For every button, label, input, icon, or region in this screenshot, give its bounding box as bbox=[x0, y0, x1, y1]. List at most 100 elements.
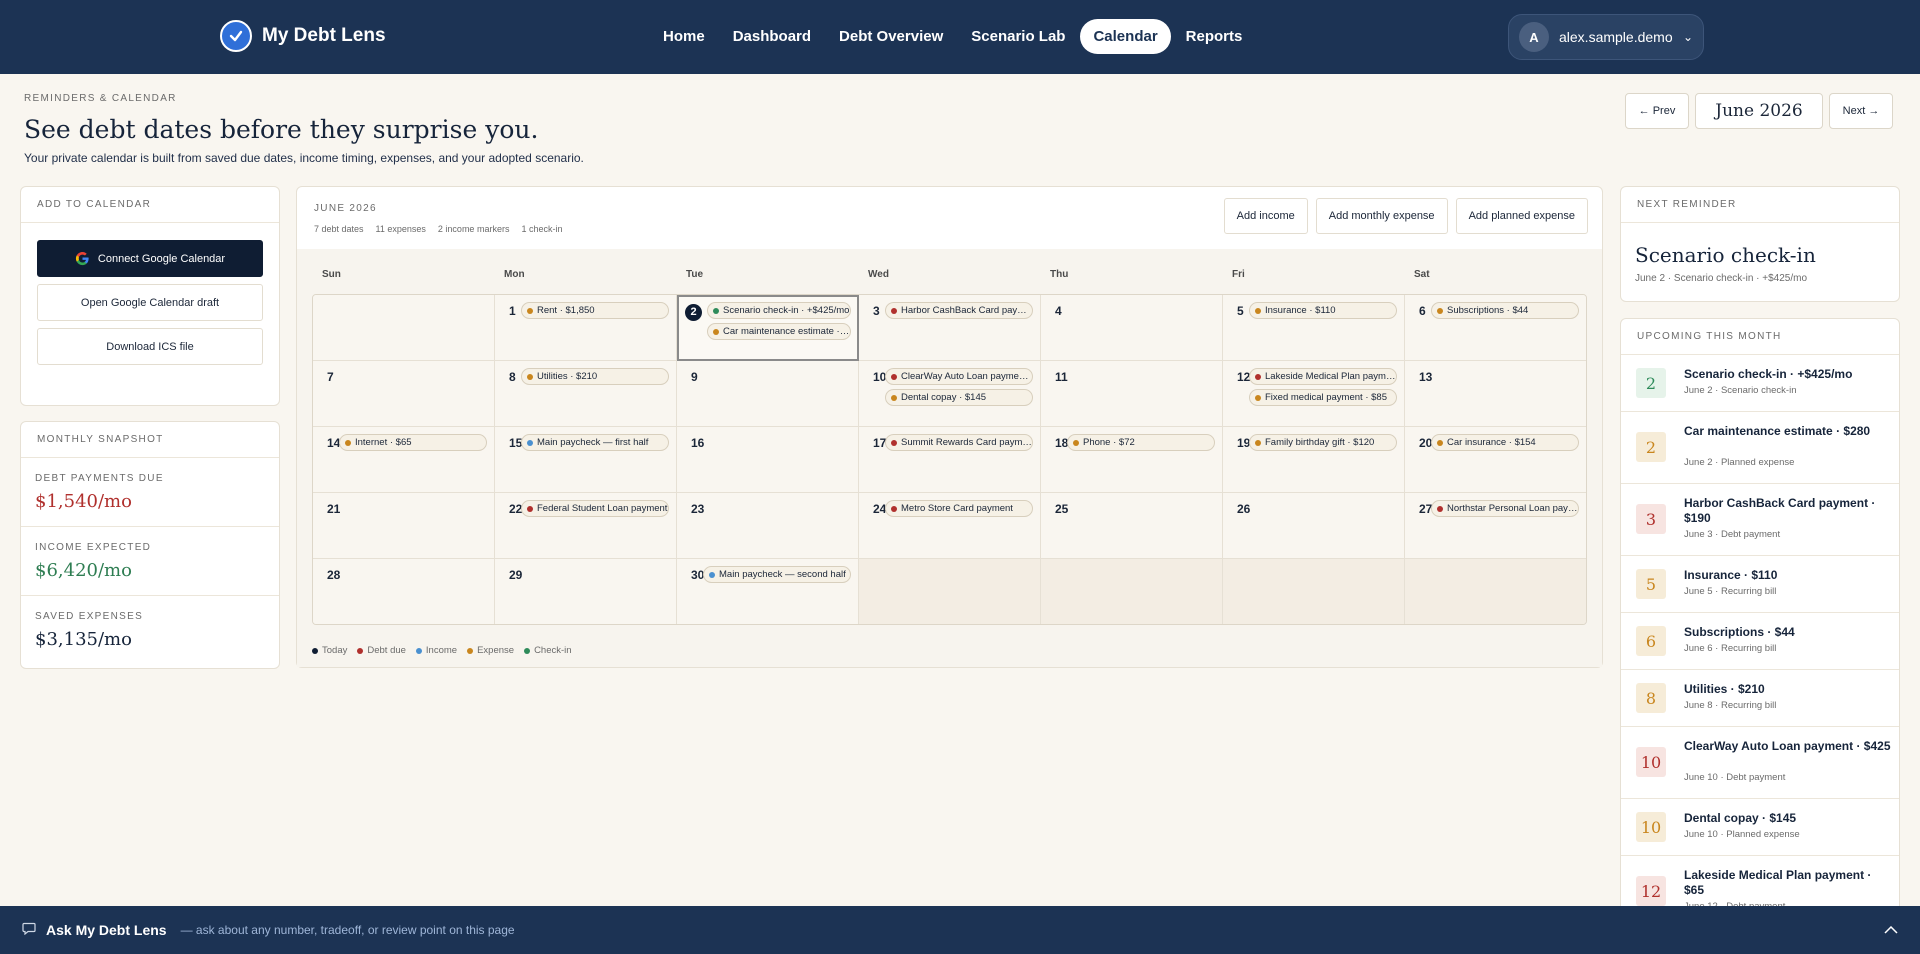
day-cell-7[interactable]: 7 bbox=[313, 361, 495, 427]
day-cell-26[interactable]: 26 bbox=[1223, 493, 1405, 559]
day-cell-29[interactable]: 29 bbox=[495, 559, 677, 624]
event-label: Rent · $1,850 bbox=[537, 305, 595, 316]
add-planned-expense-button[interactable]: Add planned expense bbox=[1455, 198, 1588, 234]
calendar-event[interactable]: Car maintenance estimate · $280 bbox=[707, 323, 851, 340]
calendar-event[interactable]: Subscriptions · $44 bbox=[1431, 302, 1579, 319]
day-cell-30[interactable]: 30 Main paycheck — second half bbox=[677, 559, 859, 624]
legend-item: Debt due bbox=[357, 645, 406, 656]
add-income-button[interactable]: Add income bbox=[1223, 198, 1308, 234]
calendar-event[interactable]: Family birthday gift · $120 bbox=[1249, 434, 1397, 451]
open-google-draft-button[interactable]: Open Google Calendar draft bbox=[37, 284, 263, 321]
page-subtitle: Your private calendar is built from save… bbox=[24, 151, 584, 165]
calendar-event[interactable]: Northstar Personal Loan payment bbox=[1431, 500, 1579, 517]
expense-dot bbox=[713, 329, 719, 335]
day-cell-3[interactable]: 3 Harbor CashBack Card payment · $190 bbox=[859, 295, 1041, 361]
legend-label: Debt due bbox=[367, 645, 406, 656]
upcoming-item[interactable]: 10 ClearWay Auto Loan payment · $425 June … bbox=[1621, 727, 1899, 799]
calendar-event[interactable]: Phone · $72 bbox=[1067, 434, 1215, 451]
day-cell-27[interactable]: 27 Northstar Personal Loan payment bbox=[1405, 493, 1586, 559]
calendar-card: JUNE 2026 7 debt dates 11 expenses 2 incom… bbox=[296, 186, 1603, 668]
day-cell-5[interactable]: 5 Insurance · $110 bbox=[1223, 295, 1405, 361]
calendar-event[interactable]: Metro Store Card payment bbox=[885, 500, 1033, 517]
calendar-event[interactable]: Summit Rewards Card payment bbox=[885, 434, 1033, 451]
day-cell-2[interactable]: 2 Scenario check-in · +$425/mo Car mainten… bbox=[677, 295, 859, 361]
day-cell-25[interactable]: 25 bbox=[1041, 493, 1223, 559]
calendar-event[interactable]: Scenario check-in · +$425/mo bbox=[707, 302, 851, 319]
chevron-up-icon[interactable] bbox=[1884, 922, 1898, 937]
prev-month-button[interactable]: ← Prev bbox=[1625, 93, 1689, 129]
calendar-event[interactable]: Lakeside Medical Plan payment · $65 bbox=[1249, 368, 1397, 385]
calendar-event[interactable]: Federal Student Loan payment bbox=[521, 500, 669, 517]
nav-item-reports[interactable]: Reports bbox=[1173, 19, 1256, 54]
connect-google-calendar-button[interactable]: Connect Google Calendar bbox=[37, 240, 263, 277]
calendar-event[interactable]: Dental copay · $145 bbox=[885, 389, 1033, 406]
day-cell-22[interactable]: 22 Federal Student Loan payment bbox=[495, 493, 677, 559]
calendar-event[interactable]: Harbor CashBack Card payment · $190 bbox=[885, 302, 1033, 319]
day-cell-28[interactable]: 28 bbox=[313, 559, 495, 624]
day-cell-19[interactable]: 19 Family birthday gift · $120 bbox=[1223, 427, 1405, 493]
legend-dot bbox=[415, 647, 422, 654]
calendar-stat: 7 debt dates bbox=[314, 224, 364, 234]
ask-bar[interactable]: Ask My Debt Lens — ask about any number,… bbox=[0, 906, 1920, 954]
weekday-sun: Sun bbox=[322, 269, 341, 280]
empty-cell bbox=[1041, 559, 1223, 624]
legend-dot bbox=[357, 647, 364, 654]
nav-item-home[interactable]: Home bbox=[650, 19, 718, 54]
day-cell-6[interactable]: 6 Subscriptions · $44 bbox=[1405, 295, 1586, 361]
calendar-event[interactable]: Car insurance · $154 bbox=[1431, 434, 1579, 451]
calendar-event[interactable]: Rent · $1,850 bbox=[521, 302, 669, 319]
upcoming-item[interactable]: 8 Utilities · $210 June 8 · Recurring bill bbox=[1621, 670, 1899, 727]
calendar-event[interactable]: Utilities · $210 bbox=[521, 368, 669, 385]
calendar-event[interactable]: Insurance · $110 bbox=[1249, 302, 1397, 319]
nav-item-calendar[interactable]: Calendar bbox=[1080, 19, 1171, 54]
upcoming-item[interactable]: 10 Dental copay · $145 June 10 · Planned e… bbox=[1621, 799, 1899, 856]
day-cell-21[interactable]: 21 bbox=[313, 493, 495, 559]
day-cell-15[interactable]: 15 Main paycheck — first half bbox=[495, 427, 677, 493]
day-cell-24[interactable]: 24 Metro Store Card payment bbox=[859, 493, 1041, 559]
day-cell-11[interactable]: 11 bbox=[1041, 361, 1223, 427]
snapshot-value: $3,135/mo bbox=[35, 629, 132, 650]
day-cell-13[interactable]: 13 bbox=[1405, 361, 1586, 427]
calendar-event[interactable]: Internet · $65 bbox=[339, 434, 487, 451]
day-cell-4[interactable]: 4 bbox=[1041, 295, 1223, 361]
day-cell-8[interactable]: 8 Utilities · $210 bbox=[495, 361, 677, 427]
upcoming-item[interactable]: 6 Subscriptions · $44 June 6 · Recurring b… bbox=[1621, 613, 1899, 670]
upcoming-item[interactable]: 3 Harbor CashBack Card payment · $190 June… bbox=[1621, 484, 1899, 556]
event-label: Dental copay · $145 bbox=[901, 392, 987, 403]
legend-item: Expense bbox=[467, 645, 514, 656]
day-cell-9[interactable]: 9 bbox=[677, 361, 859, 427]
next-month-button[interactable]: Next → bbox=[1829, 93, 1893, 129]
legend-dot bbox=[312, 647, 318, 654]
add-monthly-expense-button[interactable]: Add monthly expense bbox=[1315, 198, 1448, 234]
nav-item-scenario-lab[interactable]: Scenario Lab bbox=[958, 19, 1078, 54]
day-cell-17[interactable]: 17 Summit Rewards Card payment bbox=[859, 427, 1041, 493]
day-cell-20[interactable]: 20 Car insurance · $154 bbox=[1405, 427, 1586, 493]
calendar-event[interactable]: Main paycheck — first half bbox=[521, 434, 669, 451]
day-cell-12[interactable]: 12Lakeside Medical Plan payment · $65Fix… bbox=[1223, 361, 1405, 427]
day-cell-1[interactable]: 1 Rent · $1,850 bbox=[495, 295, 677, 361]
day-cell-14[interactable]: 14 Internet · $65 bbox=[313, 427, 495, 493]
calendar-event[interactable]: Main paycheck — second half bbox=[703, 566, 851, 583]
nav-item-dashboard[interactable]: Dashboard bbox=[720, 19, 824, 54]
upcoming-item[interactable]: 2 Scenario check-in · +$425/mo June 2 · Sc… bbox=[1621, 355, 1899, 412]
calendar-event[interactable]: Fixed medical payment · $85 bbox=[1249, 389, 1397, 406]
debt-dot bbox=[1437, 506, 1443, 512]
day-cell-10[interactable]: 10ClearWay Auto Loan payment · $425Denta… bbox=[859, 361, 1041, 427]
expense-dot bbox=[1255, 395, 1261, 401]
download-ics-button[interactable]: Download ICS file bbox=[37, 328, 263, 365]
day-number: 1 bbox=[509, 304, 516, 318]
day-cell-18[interactable]: 18 Phone · $72 bbox=[1041, 427, 1223, 493]
debt-dot bbox=[527, 506, 533, 512]
expense-dot bbox=[527, 374, 533, 380]
day-number: 8 bbox=[509, 370, 516, 384]
calendar-month-label: JUNE 2026 bbox=[314, 203, 377, 214]
account-menu[interactable]: A alex.sample.demo ⌄ bbox=[1508, 14, 1704, 60]
day-number: 13 bbox=[1419, 370, 1433, 384]
brand[interactable]: My Debt Lens bbox=[220, 20, 386, 52]
nav-item-debt-overview[interactable]: Debt Overview bbox=[826, 19, 956, 54]
day-cell-23[interactable]: 23 bbox=[677, 493, 859, 559]
upcoming-item[interactable]: 2 Car maintenance estimate · $280 June 2 ·… bbox=[1621, 412, 1899, 484]
upcoming-item[interactable]: 5 Insurance · $110 June 5 · Recurring bill bbox=[1621, 556, 1899, 613]
calendar-event[interactable]: ClearWay Auto Loan payment · $425 bbox=[885, 368, 1033, 385]
day-cell-16[interactable]: 16 bbox=[677, 427, 859, 493]
